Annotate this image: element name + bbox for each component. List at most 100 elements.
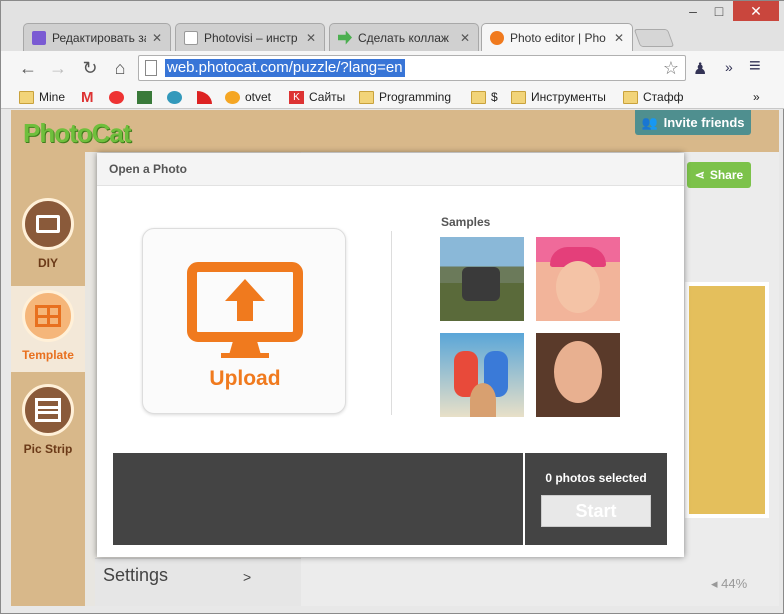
address-bar[interactable]: web.photocat.com/puzzle/?lang=en ☆ xyxy=(138,55,686,81)
zoom-out-icon: ◂ xyxy=(711,576,722,591)
tab-photo-editor[interactable]: Photo editor | Pho ✕ xyxy=(481,23,633,51)
share-button[interactable]: ⋖ Share xyxy=(687,162,751,188)
bookmark-star-icon[interactable]: ☆ xyxy=(663,58,679,79)
strip-icon xyxy=(22,384,74,436)
collage-canvas[interactable] xyxy=(685,282,769,518)
photos-selected-count: 0 photos selected xyxy=(545,471,647,485)
left-sidebar: DIY Template Pic Strip xyxy=(11,152,85,606)
share-icon: ⋖ xyxy=(694,168,705,182)
bookmark-label: Сайты xyxy=(309,90,346,104)
gmail-icon: M xyxy=(81,88,94,106)
template-icon xyxy=(22,290,74,342)
tab-close-icon[interactable]: ✕ xyxy=(152,31,162,45)
samples-heading: Samples xyxy=(441,215,491,229)
bookmark-feed[interactable] xyxy=(197,88,217,106)
bookmark-label: Стафф xyxy=(643,90,684,104)
chevron-right-icon: > xyxy=(243,569,252,585)
dialog-header: Open a Photo xyxy=(97,153,684,186)
feed-icon xyxy=(197,90,212,104)
zoom-value: 44% xyxy=(721,576,748,591)
settings-row[interactable]: Settings > xyxy=(95,558,301,606)
folder-icon xyxy=(511,90,526,104)
upload-button[interactable]: Upload xyxy=(142,228,346,414)
tab-close-icon[interactable]: ✕ xyxy=(460,31,470,45)
settings-label: Settings xyxy=(103,565,169,585)
new-tab-button[interactable] xyxy=(633,29,675,47)
tab-collage[interactable]: Сделать коллаж ✕ xyxy=(329,23,479,51)
bookmarks-more-button[interactable]: » xyxy=(753,88,760,106)
photo-icon xyxy=(22,198,74,250)
selected-photos-tray xyxy=(113,453,523,545)
tab-edit[interactable]: Редактировать за ✕ xyxy=(23,23,171,51)
sidebar-item-template[interactable]: Template xyxy=(11,286,85,372)
bookmark-gmail[interactable]: M xyxy=(81,88,101,106)
back-button[interactable]: ← xyxy=(17,57,39,79)
upload-label: Upload xyxy=(209,367,281,390)
arrow-icon xyxy=(338,30,352,45)
close-window-button[interactable]: ✕ xyxy=(733,1,779,21)
tab-photovisi[interactable]: Photovisi – инстр ✕ xyxy=(175,23,325,51)
open-photo-dialog: Open a Photo Upload Samples 0 photos sel… xyxy=(97,153,684,557)
invite-friends-button[interactable]: 👥 Invite friends xyxy=(635,110,751,135)
globe-icon xyxy=(167,90,182,104)
bookmark-label: $ xyxy=(491,90,498,104)
bookmark-label: otvet xyxy=(245,90,272,104)
page-icon xyxy=(184,30,198,45)
bookmark-globe[interactable] xyxy=(167,88,187,106)
sample-photo-woman[interactable] xyxy=(536,333,620,417)
sidebar-label: Template xyxy=(22,348,74,362)
tab-close-icon[interactable]: ✕ xyxy=(614,31,624,45)
forward-button[interactable]: → xyxy=(47,57,69,79)
tab-title: Photovisi – инстр xyxy=(204,30,298,45)
sample-photo-vehicles[interactable] xyxy=(440,237,524,321)
divider xyxy=(391,231,392,415)
bookmark-tools[interactable]: Инструменты xyxy=(511,88,606,106)
purple-app-icon xyxy=(32,30,46,45)
sidebar-item-pic-strip[interactable]: Pic Strip xyxy=(11,384,85,456)
home-button[interactable]: ⌂ xyxy=(109,57,131,79)
bookmark-label: Mine xyxy=(39,90,66,104)
tab-title: Редактировать за xyxy=(52,30,146,45)
bookmark-programming[interactable]: Programming xyxy=(359,88,451,106)
tab-strip: Редактировать за ✕ Photovisi – инстр ✕ С… xyxy=(1,1,784,51)
bookmark-staff[interactable]: Стафф xyxy=(623,88,683,106)
extensions-more-icon[interactable]: » xyxy=(725,59,733,75)
sample-photo-painted-hands[interactable] xyxy=(440,333,524,417)
browser-window: Редактировать за ✕ Photovisi – инстр ✕ С… xyxy=(0,0,784,614)
bookmark-bug[interactable] xyxy=(109,88,129,106)
people-icon: 👥 xyxy=(641,114,658,130)
bookmark-app[interactable] xyxy=(137,88,157,106)
menu-icon[interactable]: ≡ xyxy=(749,55,761,78)
sidebar-item-diy[interactable]: DIY xyxy=(11,198,85,270)
minimize-button[interactable]: – xyxy=(681,1,705,21)
url-text[interactable]: web.photocat.com/puzzle/?lang=en xyxy=(165,59,405,77)
page-icon xyxy=(145,60,157,76)
monitor-upload-icon xyxy=(187,262,303,358)
folder-icon xyxy=(623,90,638,104)
invite-label: Invite friends xyxy=(663,115,745,130)
maximize-button[interactable]: □ xyxy=(707,1,731,21)
sample-photo-girl[interactable] xyxy=(536,237,620,321)
bookmark-label: Инструменты xyxy=(531,90,606,104)
bookmark-label: Programming xyxy=(379,90,452,104)
app-icon xyxy=(137,90,152,104)
sidebar-label: Pic Strip xyxy=(23,442,73,456)
zoom-indicator[interactable]: ◂ 44% xyxy=(711,576,747,592)
bookmark-sites[interactable]: K Сайты xyxy=(289,88,345,106)
start-button[interactable]: Start xyxy=(541,495,651,527)
sidebar-label: DIY xyxy=(37,256,58,270)
photocat-logo[interactable]: PhotoCat xyxy=(23,118,132,149)
bookmark-otvet[interactable]: otvet xyxy=(225,88,271,106)
folder-icon xyxy=(359,90,374,104)
extension-icon[interactable]: ♟ xyxy=(693,59,707,79)
share-label: Share xyxy=(709,168,744,182)
reload-button[interactable]: ↻ xyxy=(79,57,101,79)
bookmark-mine[interactable]: Mine xyxy=(19,88,65,106)
tab-close-icon[interactable]: ✕ xyxy=(306,31,316,45)
photocat-icon xyxy=(490,30,504,45)
bookmark-dollar[interactable]: $ xyxy=(471,88,498,106)
selection-panel: 0 photos selected Start xyxy=(525,453,667,545)
tab-title: Photo editor | Pho xyxy=(510,30,606,45)
folder-icon xyxy=(471,90,486,104)
folder-icon xyxy=(19,90,34,104)
